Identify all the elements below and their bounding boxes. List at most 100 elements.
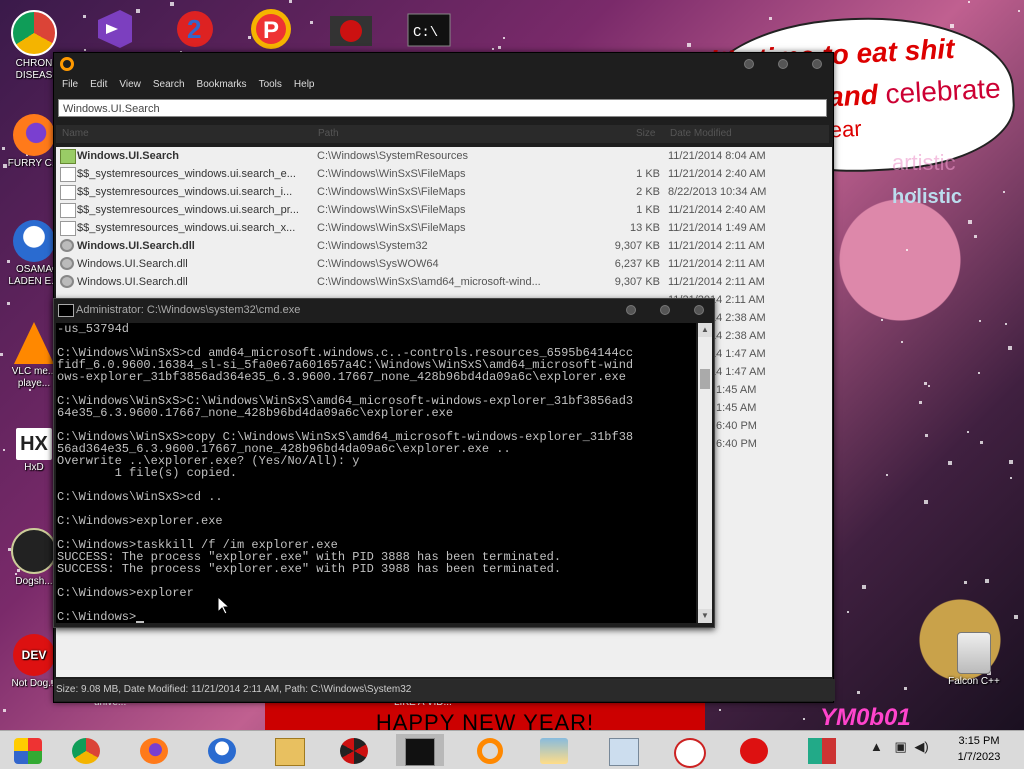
close-button[interactable] [812, 59, 822, 69]
search-app-titlebar[interactable] [54, 53, 833, 77]
network-app-icon [808, 738, 836, 764]
scrollbar-thumb[interactable] [700, 369, 710, 389]
taskbar-people[interactable] [530, 734, 578, 766]
cell-date: 11/21/2014 2:11 AM [668, 258, 765, 270]
confetti-piece [1009, 460, 1013, 464]
console-line: -us_53794d [57, 323, 130, 336]
bubble-line-2: and celebrate [827, 72, 1001, 113]
taskbar-stop-sign[interactable] [730, 734, 778, 766]
confetti-piece [3, 709, 6, 712]
confetti-piece [924, 500, 928, 504]
maximize-button[interactable] [778, 59, 788, 69]
hxd-icon: HX [16, 428, 52, 460]
taskbar-firefox[interactable] [130, 734, 178, 766]
clock-time: 3:15 PM [958, 735, 1000, 747]
taskbar-network-app[interactable] [798, 734, 846, 766]
gauge-icon [674, 738, 706, 768]
artistic-text: artistic [892, 150, 956, 175]
clock-date: 1/7/2023 [957, 751, 1001, 763]
monitor-icon [609, 738, 639, 766]
folder-icon [60, 149, 76, 164]
table-row[interactable]: Windows.UI.Search.dll C:\Windows\System32… [56, 237, 832, 255]
column-path[interactable]: Path [318, 128, 339, 139]
taskbar-cmd[interactable] [396, 734, 444, 766]
menu-help[interactable]: Help [288, 77, 321, 95]
confetti-piece [687, 43, 691, 47]
radiation-folder-icon[interactable] [326, 6, 376, 52]
table-row[interactable]: $$_systemresources_windows.ui.search_x..… [56, 219, 832, 237]
taskbar-chrome[interactable] [62, 734, 110, 766]
number-2-icon[interactable]: 2 [170, 6, 220, 52]
confetti-piece [719, 709, 721, 711]
confetti-piece [968, 1, 970, 3]
visual-studio-icon[interactable] [90, 6, 140, 52]
confetti-piece [924, 382, 927, 385]
menu-file[interactable]: File [56, 77, 84, 95]
taskbar-clock[interactable]: 3:15 PM 1/7/2023 [946, 733, 1012, 765]
cmd-desktop-icon[interactable]: C:\ [404, 6, 454, 52]
menu-tools[interactable]: Tools [253, 77, 288, 95]
confetti-piece [904, 687, 907, 690]
confetti-piece [979, 320, 981, 322]
search-input[interactable]: Windows.UI.Search [58, 99, 827, 117]
start-button[interactable] [4, 734, 52, 766]
network-icon[interactable]: ▣ [895, 739, 907, 754]
scroll-up-arrow-icon[interactable]: ▲ [698, 323, 712, 337]
console-line: SUCCESS: The process "explorer.exe" with… [57, 562, 562, 576]
obama-logo-icon [208, 738, 236, 764]
column-size[interactable]: Size [636, 128, 655, 139]
svg-text:C:\: C:\ [413, 25, 438, 41]
column-name[interactable]: Name [62, 128, 89, 139]
confetti-piece [1018, 10, 1020, 12]
cell-size: 6,237 KB [614, 258, 660, 270]
menu-edit[interactable]: Edit [84, 77, 113, 95]
cell-size: 1 KB [636, 168, 660, 180]
menu-view[interactable]: View [113, 77, 147, 95]
console-cursor [136, 621, 145, 623]
new-year-banner: HAPPY NEW YEAR! [265, 703, 705, 730]
desktop-icon-label: Falcon C++ [948, 676, 1000, 687]
confetti-piece [847, 611, 849, 613]
table-row[interactable]: $$_systemresources_windows.ui.search_pr.… [56, 201, 832, 219]
menu-bookmarks[interactable]: Bookmarks [191, 77, 253, 95]
cmd-minimize-button[interactable] [626, 305, 636, 315]
mouse-pointer-icon [218, 597, 230, 615]
taskbar-file-explorer[interactable] [266, 734, 314, 766]
console-output[interactable]: -us_53794d C:\Windows\WinSxS>cd amd64_mic… [56, 323, 696, 623]
search-app-icon [477, 738, 503, 764]
menu-search[interactable]: Search [147, 77, 191, 95]
scroll-down-arrow-icon[interactable]: ▼ [698, 609, 712, 623]
taskbar-obama[interactable] [198, 734, 246, 766]
taskbar-monitor[interactable] [600, 734, 648, 766]
volume-icon[interactable]: ◀) [914, 739, 928, 754]
holistic-text: holistic [892, 186, 963, 208]
table-row[interactable]: Windows.UI.Search.dll C:\Windows\SysWOW64… [56, 255, 832, 273]
table-row[interactable]: Windows.UI.Search C:\Windows\SystemResour… [56, 147, 832, 165]
status-bar: Size: 9.08 MB, Date Modified: 11/21/2014… [54, 679, 835, 701]
column-date-modified[interactable]: Date Modified [670, 128, 732, 139]
p-logo-icon[interactable]: P [246, 6, 296, 52]
desktop-icon-falcon[interactable]: Falcon C++ [942, 632, 1006, 687]
cmd-close-button[interactable] [694, 305, 704, 315]
confetti-piece [83, 15, 86, 18]
confetti-piece [964, 581, 967, 584]
dll-gear-icon [60, 257, 74, 270]
console-line: C:\Windows>explorer [57, 586, 194, 600]
table-row[interactable]: $$_systemresources_windows.ui.search_i..… [56, 183, 832, 201]
cmd-maximize-button[interactable] [660, 305, 670, 315]
taskbar-search-app[interactable] [466, 734, 514, 766]
cmd-icon [58, 304, 74, 317]
svg-text:2: 2 [187, 14, 201, 44]
confetti-piece [862, 585, 866, 589]
taskbar-radiation[interactable] [330, 734, 378, 766]
show-hidden-icons-chevron-icon[interactable]: ▲ [870, 739, 883, 754]
cell-name: $$_systemresources_windows.ui.search_pr.… [77, 204, 299, 216]
table-row[interactable]: $$_systemresources_windows.ui.search_e..… [56, 165, 832, 183]
cmd-window[interactable]: Administrator: C:\Windows\system32\cmd.e… [53, 298, 715, 628]
minimize-button[interactable] [744, 59, 754, 69]
cmd-titlebar[interactable]: Administrator: C:\Windows\system32\cmd.e… [54, 299, 714, 321]
table-row[interactable]: Windows.UI.Search.dll C:\Windows\WinSxS\a… [56, 273, 832, 291]
console-scrollbar[interactable]: ▲ ▼ [698, 323, 712, 623]
taskbar-gauge[interactable] [666, 734, 714, 768]
